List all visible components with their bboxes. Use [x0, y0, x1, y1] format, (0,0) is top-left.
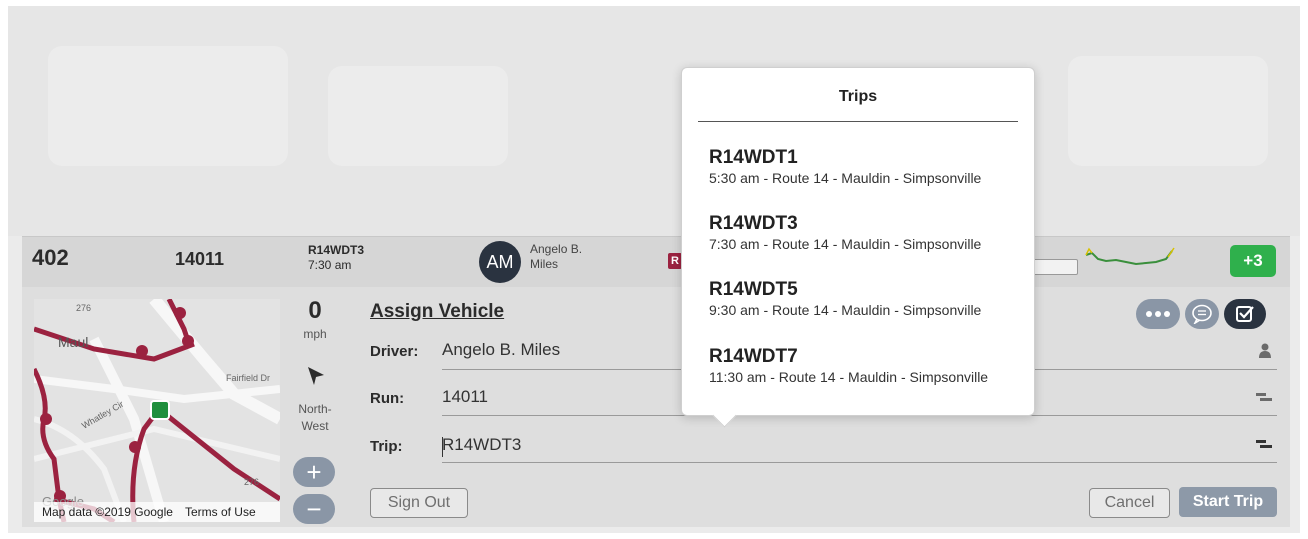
- run-icon: [1256, 393, 1272, 401]
- ghost-shape: [328, 66, 508, 166]
- map-label: Maul: [58, 334, 88, 350]
- person-icon: [1259, 343, 1271, 358]
- navigation-arrow-icon: [308, 367, 324, 385]
- trip-option-code: R14WDT3: [709, 213, 798, 234]
- avatar: AM: [479, 241, 521, 283]
- trip-option-desc: 5:30 am - Route 14 - Mauldin - Simpsonvi…: [709, 170, 982, 186]
- trip-code: R14WDT3: [308, 243, 365, 257]
- assign-vehicle-title[interactable]: Assign Vehicle: [370, 301, 504, 323]
- vehicle-id: 402: [32, 245, 69, 270]
- trip-label: Trip:: [370, 438, 403, 455]
- trip-option[interactable]: R14WDT3 7:30 am - Route 14 - Mauldin - S…: [709, 213, 1029, 252]
- map-view[interactable]: 276 Maul Fairfield Dr Whatley Cir 276 Go…: [34, 299, 280, 522]
- route-tag: R: [668, 253, 682, 269]
- ghost-shape: [48, 46, 288, 166]
- start-trip-button[interactable]: Start Trip: [1179, 487, 1277, 517]
- direction-line1: North-: [298, 402, 332, 416]
- trip-time: 7:30 am: [308, 258, 352, 272]
- background-area: [8, 6, 1300, 236]
- zoom-in-button[interactable]: +: [293, 457, 335, 487]
- checklist-button[interactable]: [1224, 299, 1266, 329]
- trip-option-code: R14WDT1: [709, 147, 798, 168]
- trip-option[interactable]: R14WDT5 9:30 am - Route 14 - Mauldin - S…: [709, 279, 1029, 318]
- map-canvas[interactable]: 276 Maul Fairfield Dr Whatley Cir 276 Go…: [34, 299, 280, 522]
- driver-label: Driver:: [370, 343, 419, 360]
- map-data-text: Map data ©2019 Google: [42, 505, 173, 519]
- trip-option[interactable]: R14WDT1 5:30 am - Route 14 - Mauldin - S…: [709, 147, 1029, 186]
- more-button[interactable]: [1136, 299, 1180, 329]
- chat-button[interactable]: [1185, 299, 1219, 329]
- map-label: 276: [76, 303, 91, 313]
- popover-divider: [698, 121, 1018, 122]
- zoom-out-button[interactable]: −: [293, 494, 335, 524]
- progress-bar: [1032, 259, 1078, 275]
- trip-option-code: R14WDT5: [709, 279, 798, 300]
- delta-badge: +3: [1230, 245, 1276, 277]
- direction-text: North- West: [292, 401, 338, 435]
- trip-option-code: R14WDT7: [709, 346, 798, 367]
- trip-underline: [442, 462, 1277, 463]
- vehicle-row-header[interactable]: 402 14011 R14WDT3 7:30 am AM Angelo B. M…: [22, 236, 1290, 288]
- map-label: 276: [244, 477, 259, 487]
- schedule-sparkline: [1085, 247, 1175, 266]
- cancel-button[interactable]: Cancel: [1089, 488, 1170, 518]
- driver-field[interactable]: Angelo B. Miles: [442, 340, 560, 360]
- run-number: 14011: [175, 249, 225, 269]
- sign-out-button[interactable]: Sign Out: [370, 488, 468, 518]
- trip-field[interactable]: R14WDT3: [442, 435, 521, 455]
- more-icon: [1146, 311, 1170, 317]
- speed-value: 0: [308, 297, 322, 324]
- trips-popover: Trips R14WDT1 5:30 am - Route 14 - Mauld…: [681, 67, 1035, 428]
- trip-option-desc: 11:30 am - Route 14 - Mauldin - Simpsonv…: [709, 369, 989, 385]
- popover-title: Trips: [838, 88, 878, 105]
- checkbox-icon: [1236, 306, 1254, 322]
- driver-first-name: Angelo B.: [530, 242, 583, 256]
- trip-option-desc: 7:30 am - Route 14 - Mauldin - Simpsonvi…: [709, 236, 982, 252]
- run-label: Run:: [370, 390, 405, 407]
- speed-readout: 0 mph: [292, 297, 338, 341]
- speed-unit: mph: [303, 327, 327, 341]
- map-attribution: Map data ©2019 Google Terms of Use: [34, 502, 280, 522]
- map-label: Fairfield Dr: [226, 373, 270, 383]
- vehicle-detail-panel: 276 Maul Fairfield Dr Whatley Cir 276 Go…: [22, 287, 1290, 527]
- trip-option[interactable]: R14WDT7 11:30 am - Route 14 - Mauldin - …: [709, 346, 1029, 385]
- chat-icon: [1192, 304, 1212, 324]
- driver-last-name: Miles: [530, 257, 559, 271]
- direction-line2: West: [301, 419, 329, 433]
- terms-link[interactable]: Terms of Use: [185, 505, 256, 519]
- run-field[interactable]: 14011: [442, 387, 488, 407]
- trip-icon: [1256, 440, 1272, 448]
- ghost-shape: [1068, 56, 1268, 166]
- trip-option-desc: 9:30 am - Route 14 - Mauldin - Simpsonvi…: [709, 302, 982, 318]
